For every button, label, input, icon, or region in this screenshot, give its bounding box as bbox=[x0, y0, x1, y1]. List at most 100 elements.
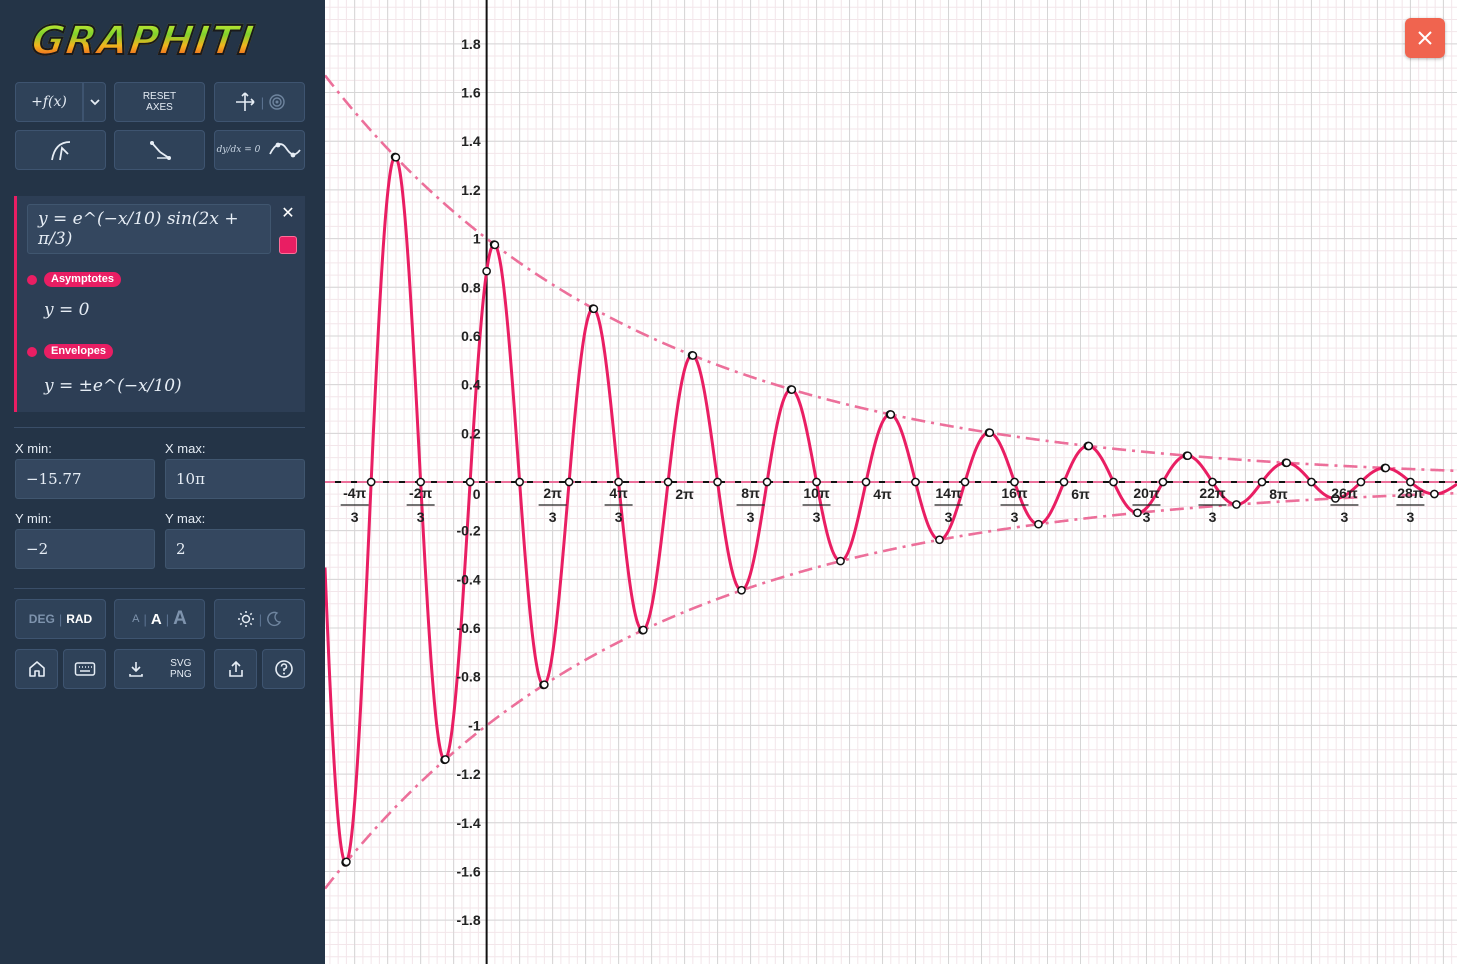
export-button[interactable]: SVG PNG bbox=[114, 649, 205, 689]
key-point bbox=[1109, 477, 1118, 487]
stationary-curve-icon bbox=[269, 142, 302, 158]
function-expression: y = e^(−x/10) sin(2x + π/3) bbox=[38, 209, 239, 249]
ymin-label: Y min: bbox=[15, 511, 52, 526]
reset-axes-line2: AXES bbox=[146, 102, 173, 113]
key-point bbox=[441, 755, 450, 764]
key-point bbox=[490, 240, 500, 250]
y-tick-label: 0.8 bbox=[461, 279, 481, 295]
remove-function-button[interactable]: ✕ bbox=[279, 205, 297, 223]
function-panel: y = e^(−x/10) sin(2x + π/3) ✕ Asymptotes… bbox=[14, 196, 305, 412]
stationary-points-button[interactable]: dy/dx = 0 bbox=[214, 130, 305, 170]
envelopes-tag[interactable]: Envelopes bbox=[44, 344, 114, 359]
move-axes-icon bbox=[235, 92, 255, 111]
key-point bbox=[1183, 451, 1193, 461]
function-input[interactable]: y = e^(−x/10) sin(2x + π/3) bbox=[27, 204, 271, 254]
x-tick-denominator: 3 bbox=[1143, 509, 1151, 525]
xmin-label: X min: bbox=[15, 441, 52, 456]
download-icon bbox=[129, 662, 144, 677]
key-point bbox=[1257, 477, 1267, 487]
keyboard-button[interactable] bbox=[63, 649, 106, 689]
asymptotes-tag[interactable]: Asymptotes bbox=[44, 272, 121, 287]
key-point bbox=[589, 304, 599, 314]
key-point bbox=[1307, 477, 1316, 487]
asymptotes-toggle-dot[interactable] bbox=[27, 275, 37, 285]
graph-canvas[interactable]: 1.8 1.6 1.4 1.2 1 0.8 0.6 0.4 0.2 -0.2 -0.4 -0.6 -0.… bbox=[325, 0, 1457, 964]
x-tick-denominator: 3 bbox=[417, 509, 425, 525]
x-tick-numerator: 2π bbox=[543, 485, 562, 501]
key-point bbox=[540, 680, 549, 690]
y-tick-label: 1.6 bbox=[461, 85, 481, 101]
ymax-value: 2 bbox=[176, 540, 186, 558]
logo-text: GRAPHITI bbox=[28, 17, 259, 65]
ymin-field[interactable]: −2 bbox=[15, 529, 155, 569]
key-point bbox=[762, 477, 772, 487]
y-tick-label: -1.6 bbox=[456, 863, 480, 879]
help-button[interactable] bbox=[262, 649, 305, 689]
add-function-dropdown[interactable] bbox=[83, 82, 106, 122]
y-tick-label: 0.2 bbox=[461, 425, 481, 441]
ymin-value: −2 bbox=[26, 540, 49, 558]
x-tick-denominator: 3 bbox=[1341, 509, 1349, 525]
key-point bbox=[482, 266, 491, 276]
ymax-field[interactable]: 2 bbox=[165, 529, 305, 569]
angle-mode-toggle[interactable]: DEG | RAD bbox=[15, 599, 106, 639]
key-point bbox=[688, 351, 698, 360]
x-tick-denominator: 3 bbox=[549, 509, 557, 525]
reset-axes-button[interactable]: RESET AXES bbox=[114, 82, 205, 122]
x-tick-denominator: 3 bbox=[945, 509, 953, 525]
deg-option[interactable]: DEG bbox=[29, 612, 55, 626]
key-point bbox=[1381, 463, 1391, 473]
export-svg-label: SVG bbox=[170, 658, 192, 669]
y-tick-label: -0.4 bbox=[456, 571, 480, 587]
xmax-value: 10π bbox=[176, 470, 205, 488]
key-point bbox=[713, 477, 722, 487]
key-point bbox=[1158, 477, 1168, 487]
xmax-label: X max: bbox=[165, 441, 206, 456]
y-tick-label: -1.4 bbox=[456, 815, 480, 831]
font-small-option[interactable]: A bbox=[132, 613, 139, 625]
share-button[interactable] bbox=[214, 649, 257, 689]
sun-icon[interactable] bbox=[237, 610, 255, 628]
x-tick-numerator: 22π bbox=[1199, 485, 1226, 501]
moon-icon[interactable] bbox=[266, 611, 282, 627]
add-function-button[interactable]: +f(x) bbox=[15, 82, 83, 122]
font-large-option[interactable]: A bbox=[173, 608, 187, 630]
x-tick-numerator: -2π bbox=[409, 485, 432, 501]
close-app-button[interactable] bbox=[1405, 18, 1445, 58]
add-function-label: +f(x) bbox=[31, 94, 67, 110]
key-point bbox=[886, 410, 896, 419]
xmin-field[interactable]: −15.77 bbox=[15, 459, 155, 499]
key-point bbox=[1133, 508, 1142, 518]
xmax-field[interactable]: 10π bbox=[165, 459, 305, 499]
x-tick-numerator: 14π bbox=[935, 485, 962, 501]
rad-option[interactable]: RAD bbox=[66, 612, 92, 626]
envelopes-toggle-dot[interactable] bbox=[27, 347, 37, 357]
chevron-down-icon bbox=[89, 99, 100, 106]
x-tick-label: 6π bbox=[1071, 486, 1090, 502]
home-button[interactable] bbox=[15, 649, 58, 689]
key-point bbox=[935, 535, 944, 545]
key-point bbox=[342, 857, 351, 867]
tangent-tool-button[interactable] bbox=[114, 130, 205, 170]
theme-toggle[interactable]: | bbox=[214, 599, 305, 639]
key-point bbox=[1232, 500, 1241, 509]
key-point bbox=[1430, 489, 1439, 499]
pan-mode-toggle[interactable]: | bbox=[214, 82, 305, 122]
y-tick-label: 1.4 bbox=[461, 133, 481, 149]
key-point bbox=[737, 585, 746, 595]
font-size-toggle[interactable]: A | A | A bbox=[114, 599, 205, 639]
y-tick-label: -1 bbox=[468, 717, 481, 733]
envelopes-value: y = ±e^(−x/10) bbox=[44, 376, 182, 396]
function-color-swatch[interactable] bbox=[279, 236, 297, 254]
draw-tool-button[interactable] bbox=[15, 130, 106, 170]
font-medium-option[interactable]: A bbox=[151, 611, 162, 628]
x-tick-numerator: 20π bbox=[1133, 485, 1160, 501]
key-point bbox=[836, 556, 845, 566]
y-tick-label: -1.8 bbox=[456, 912, 480, 928]
y-tick-label: -0.2 bbox=[456, 523, 480, 539]
key-point bbox=[960, 477, 970, 487]
key-point bbox=[787, 385, 797, 394]
key-point bbox=[911, 477, 920, 487]
sidebar-divider-2 bbox=[14, 588, 305, 589]
deriv-label: dy/dx = 0 bbox=[216, 145, 261, 155]
